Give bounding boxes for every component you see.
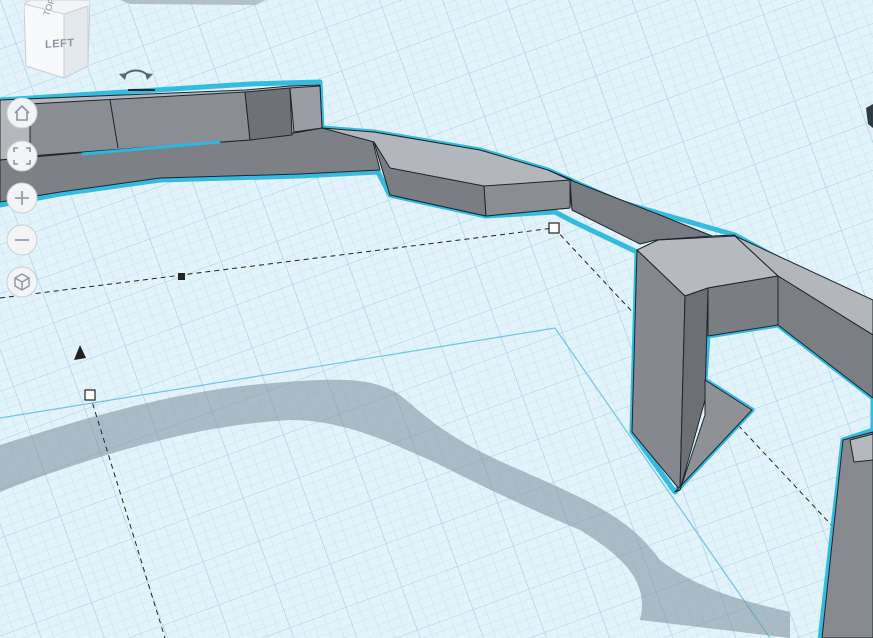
fit-view-button[interactable] bbox=[5, 139, 39, 173]
home-view-button[interactable] bbox=[5, 96, 39, 130]
fit-view-icon bbox=[6, 140, 38, 172]
orbit-arrow-icon[interactable] bbox=[117, 62, 155, 84]
perspective-button[interactable] bbox=[5, 265, 39, 299]
plus-icon bbox=[6, 182, 38, 214]
zoom-in-button[interactable] bbox=[5, 181, 39, 215]
minus-icon bbox=[6, 224, 38, 256]
resize-handle-corner[interactable] bbox=[84, 389, 96, 401]
resize-handle-corner[interactable] bbox=[548, 222, 560, 234]
workplane-viewport[interactable] bbox=[0, 0, 873, 638]
resize-handle-mid[interactable] bbox=[178, 273, 185, 280]
cube-perspective-icon bbox=[6, 266, 38, 298]
zoom-out-button[interactable] bbox=[5, 223, 39, 257]
view-cube-face-label: LEFT bbox=[45, 36, 75, 52]
home-icon bbox=[6, 97, 38, 129]
